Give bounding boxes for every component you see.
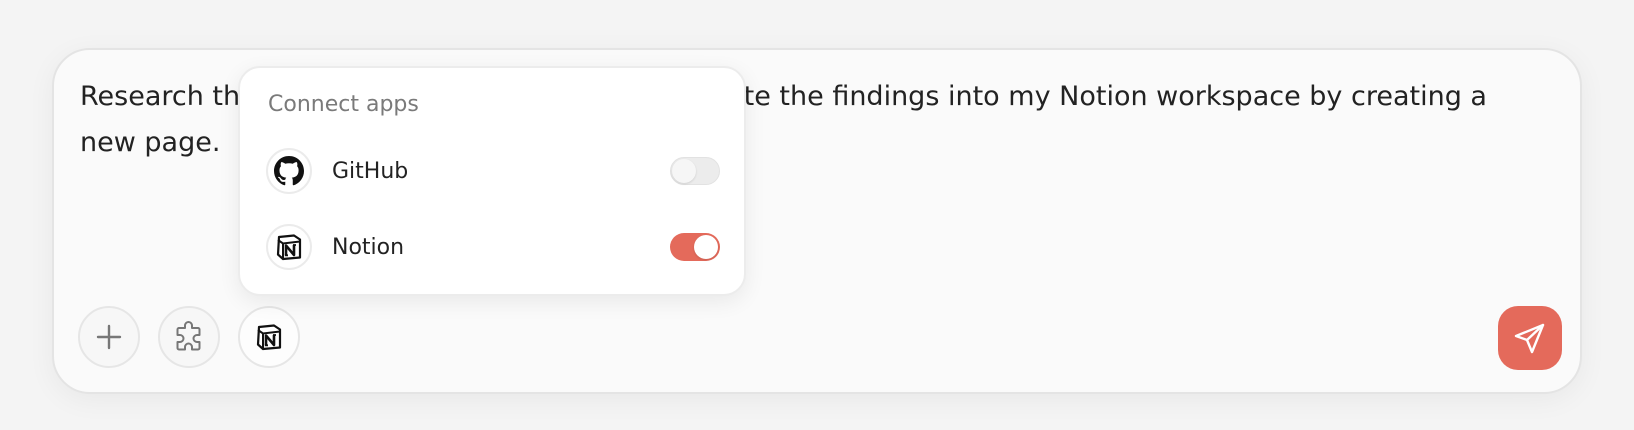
notion-icon	[274, 232, 304, 262]
prompt-line1-start: Research th	[80, 81, 241, 112]
paper-plane-icon	[1513, 321, 1547, 355]
github-toggle[interactable]	[670, 157, 720, 185]
connect-apps-popover: Connect apps GitHub Notion	[238, 66, 746, 296]
github-icon-container	[266, 148, 312, 194]
prompt-line1-end: ite the findings into my Notion workspac…	[736, 81, 1487, 112]
app-row-github[interactable]: GitHub	[266, 146, 722, 196]
prompt-line2: new page.	[80, 127, 221, 158]
app-name-github: GitHub	[332, 158, 409, 184]
send-button[interactable]	[1498, 306, 1562, 370]
popover-title: Connect apps	[268, 92, 419, 117]
plugins-button[interactable]	[158, 306, 220, 368]
app-name-notion: Notion	[332, 234, 405, 260]
app-row-notion[interactable]: Notion	[266, 222, 722, 272]
plus-icon	[96, 324, 122, 350]
notion-icon	[254, 322, 284, 352]
toggle-knob	[694, 235, 718, 259]
puzzle-icon	[173, 321, 205, 353]
github-icon	[274, 156, 304, 186]
active-app-notion-button[interactable]	[238, 306, 300, 368]
notion-toggle[interactable]	[670, 233, 720, 261]
add-button[interactable]	[78, 306, 140, 368]
toggle-knob	[672, 159, 696, 183]
notion-icon-container	[266, 224, 312, 270]
